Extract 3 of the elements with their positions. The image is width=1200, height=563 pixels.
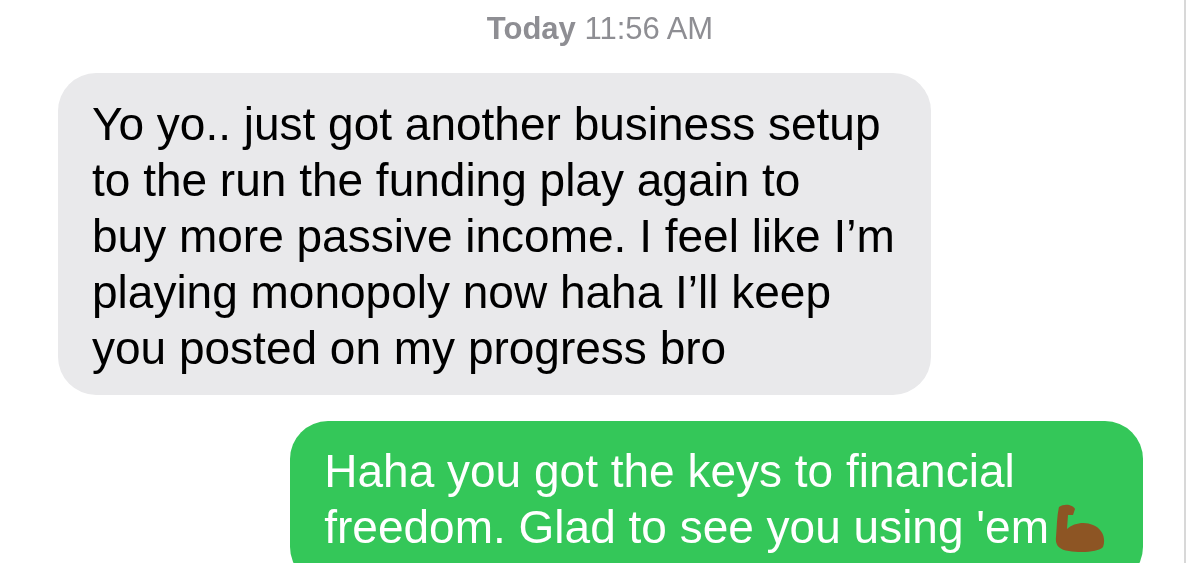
timestamp: Today 11:56 AM	[485, 10, 715, 47]
message-text: Yo yo.. just got another business setup to the run the funding play again to buy more passive income. I feel like I’m playing monopoly now haha I’ll keep you posted on my progress bro	[92, 97, 895, 376]
message-text: Haha you got the keys to financial freedom. Glad to see you using 'em	[324, 444, 1049, 555]
